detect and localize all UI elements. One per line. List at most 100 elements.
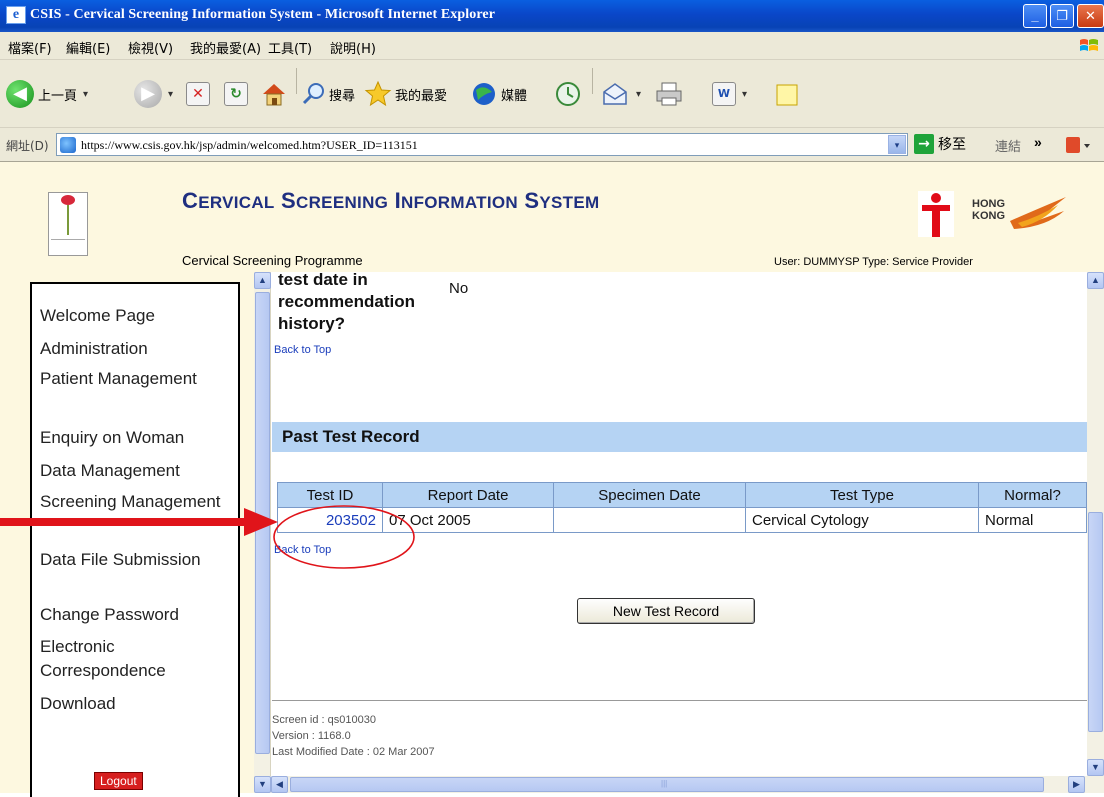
new-test-record-button[interactable]: New Test Record [577, 598, 755, 624]
refresh-button[interactable]: ↻ [224, 82, 248, 106]
page-scrollbar[interactable]: ▲ ▼ [1087, 272, 1104, 776]
scroll-down-icon[interactable]: ▼ [1087, 759, 1104, 776]
section-title: Past Test Record [282, 427, 420, 446]
horizontal-scrollbar[interactable]: ▼ ◀ ||| ▶ [254, 776, 1104, 793]
section-header: Past Test Record [272, 422, 1087, 452]
printer-icon [656, 82, 682, 106]
footer: Screen id : qs010030 Version : 1168.0 La… [272, 712, 435, 760]
history-button[interactable] [554, 80, 582, 108]
hong-kong-logo: HONG KONG [918, 191, 1066, 237]
title-word: INFORMATION [394, 188, 518, 213]
favorites-button[interactable]: 我的最愛 [364, 80, 447, 108]
nav-patient-management[interactable]: Patient Management [40, 367, 236, 391]
scroll-thumb[interactable] [1088, 512, 1103, 732]
menu-view[interactable]: 檢視(V) [128, 38, 173, 57]
page-icon [60, 137, 76, 153]
edit-button[interactable]: W ▾ [712, 82, 747, 106]
scroll-left-icon[interactable]: ◀ [271, 776, 288, 793]
nav-administration[interactable]: Administration [40, 337, 236, 361]
nav-download[interactable]: Download [40, 692, 236, 716]
media-icon [473, 83, 495, 105]
stop-icon: ✕ [186, 82, 210, 106]
go-button[interactable]: → 移至 [914, 134, 966, 154]
back-button[interactable]: ◀ 上一頁 ▾ [6, 80, 88, 108]
mail-button[interactable]: ▾ [600, 80, 641, 108]
specimen-date-cell [553, 507, 746, 533]
print-button[interactable] [654, 80, 684, 108]
address-input[interactable]: https://www.csis.gov.hk/jsp/admin/welcom… [56, 133, 908, 156]
address-bar: 網址(D) https://www.csis.gov.hk/jsp/admin/… [0, 128, 1104, 162]
scroll-up-icon[interactable]: ▲ [1087, 272, 1104, 289]
media-label: 媒體 [501, 88, 528, 104]
page-header: CERVICAL SCREENING INFORMATION SYSTEM HO… [0, 162, 1104, 272]
system-title: CERVICAL SCREENING INFORMATION SYSTEM [182, 188, 599, 214]
home-button[interactable] [260, 80, 288, 108]
question-text: test date in recommendation history? [278, 270, 415, 333]
window-title: CSIS - Cervical Screening Information Sy… [30, 7, 496, 22]
menu-edit[interactable]: 編輯(E) [66, 38, 110, 57]
nav-data-management[interactable]: Data Management [40, 459, 236, 483]
menu-file[interactable]: 檔案(F) [8, 38, 52, 57]
address-label: 網址(D) [6, 139, 49, 153]
nav-welcome-page[interactable]: Welcome Page [40, 304, 236, 328]
question-answer: No [449, 280, 469, 297]
search-icon [302, 83, 324, 105]
chevron-down-icon[interactable]: ▾ [742, 89, 747, 100]
annotation-ellipse [273, 505, 415, 569]
back-arrow-icon: ◀ [6, 80, 34, 108]
nav-data-file-submission[interactable]: Data File Submission [40, 548, 236, 572]
chevron-down-icon[interactable]: ▾ [636, 89, 641, 100]
scroll-up-icon[interactable]: ▲ [254, 272, 271, 289]
menu-favorites[interactable]: 我的最愛(A) [190, 38, 261, 57]
chevron-down-icon[interactable]: ▾ [888, 135, 906, 154]
svg-text:HONG: HONG [972, 198, 1005, 210]
media-button[interactable]: 媒體 [470, 80, 527, 108]
scroll-thumb[interactable]: ||| [290, 777, 1044, 792]
col-specimen-date: Specimen Date [553, 482, 746, 508]
chevron-down-icon[interactable]: ▾ [83, 89, 88, 100]
toolbar: ◀ 上一頁 ▾ ▶ ▾ ✕ ↻ 搜尋 我的最愛 媒體 ▾ W ▾ [0, 60, 1104, 128]
forward-button[interactable]: ▶ ▾ [134, 80, 173, 108]
screen-id: Screen id : qs010030 [272, 714, 376, 726]
title-word: SYSTEM [524, 188, 600, 213]
search-label: 搜尋 [329, 88, 356, 104]
minimize-button[interactable]: _ [1023, 4, 1047, 28]
logout-button[interactable]: Logout [94, 772, 143, 790]
test-type-cell: Cervical Cytology [745, 507, 979, 533]
word-icon: W [712, 82, 736, 106]
close-button[interactable]: ✕ [1077, 4, 1104, 28]
search-button[interactable]: 搜尋 [302, 82, 355, 106]
programme-name: Cervical Screening Programme [182, 253, 363, 268]
refresh-icon: ↻ [224, 82, 248, 106]
stop-button[interactable]: ✕ [186, 82, 210, 106]
scroll-right-icon[interactable]: ▶ [1068, 776, 1085, 793]
col-test-type: Test Type [745, 482, 979, 508]
mail-icon [603, 83, 627, 105]
back-to-top-link[interactable]: Back to Top [274, 344, 331, 356]
star-icon [364, 80, 392, 107]
nav-enquiry-on-woman[interactable]: Enquiry on Woman [40, 426, 236, 450]
toolbar-extension-icon[interactable] [1064, 134, 1094, 156]
nav-electronic-correspondence[interactable]: Electronic Correspondence [40, 635, 236, 683]
maximize-button[interactable]: ❐ [1050, 4, 1074, 28]
scroll-down-icon[interactable]: ▼ [254, 776, 271, 793]
last-modified: Last Modified Date : 02 Mar 2007 [272, 746, 435, 758]
svg-text:KONG: KONG [972, 210, 1005, 222]
note-icon [776, 84, 798, 106]
version: Version : 1168.0 [272, 730, 351, 742]
nav-panel: Welcome Page Administration Patient Mana… [30, 282, 240, 797]
chevron-down-icon[interactable]: ▾ [168, 89, 173, 100]
chevron-right-icon[interactable]: » [1034, 134, 1042, 150]
normal-cell: Normal [978, 507, 1087, 533]
go-label: 移至 [938, 137, 966, 153]
title-word: SCREENING [281, 188, 389, 213]
links-label[interactable]: 連結 [995, 136, 1021, 155]
nav-change-password[interactable]: Change Password [40, 603, 236, 627]
col-normal: Normal? [978, 482, 1087, 508]
back-label: 上一頁 [38, 88, 78, 104]
user-info: User: DUMMYSP Type: Service Provider [774, 256, 973, 268]
title-bar: e CSIS - Cervical Screening Information … [0, 0, 1104, 32]
messenger-button[interactable] [774, 82, 800, 108]
menu-tools[interactable]: 工具(T) [268, 38, 312, 57]
menu-help[interactable]: 說明(H) [330, 38, 376, 57]
